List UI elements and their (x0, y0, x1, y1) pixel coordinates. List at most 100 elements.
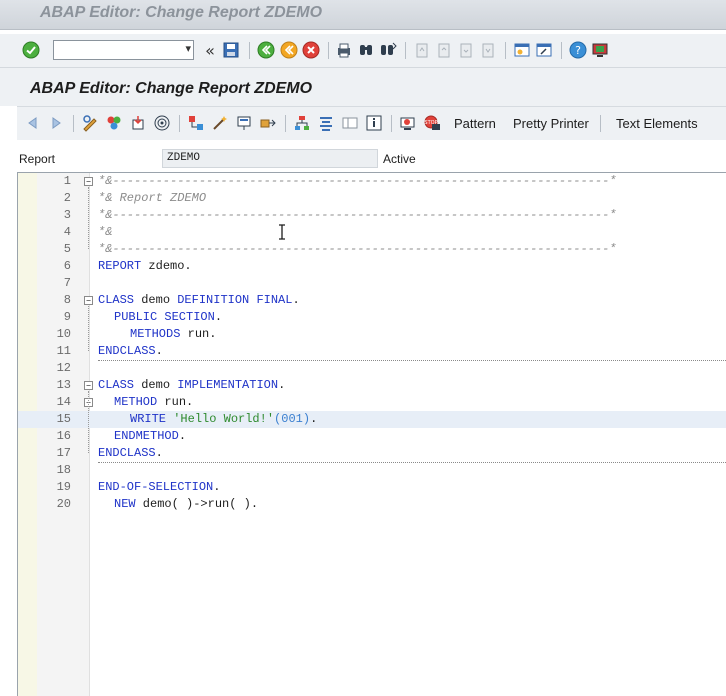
fold-rail (88, 391, 89, 453)
code-text: ENDCLASS. (98, 343, 163, 360)
breakpoint-icon[interactable] (399, 114, 417, 132)
code-text: METHOD run. (114, 394, 193, 411)
fold-toggle-icon[interactable]: − (84, 296, 93, 305)
display-change-icon[interactable] (81, 114, 99, 132)
find-icon[interactable] (357, 41, 375, 59)
display-object-icon[interactable] (235, 114, 253, 132)
pretty-printer-button[interactable]: Pretty Printer (513, 116, 589, 131)
help-icon[interactable]: ? (569, 41, 587, 59)
enter-icon[interactable] (22, 41, 40, 59)
layout-icon[interactable] (341, 114, 359, 132)
keyword-text: WRITE (130, 412, 167, 426)
code-text: *&--------------------------------------… (98, 207, 616, 224)
print-icon[interactable] (335, 41, 353, 59)
hierarchy-icon[interactable] (293, 114, 311, 132)
arrow-left-icon[interactable] (24, 114, 42, 132)
line-number: 3 (63, 208, 71, 222)
chevron-down-icon[interactable]: ▾ (185, 42, 191, 55)
navigate-icon[interactable] (259, 114, 277, 132)
line-number: 14 (56, 395, 71, 409)
code-line[interactable]: 12 (18, 360, 726, 377)
page-title: ABAP Editor: Change Report ZDEMO (30, 80, 313, 97)
code-line[interactable]: 3 *&-------------------------------------… (18, 207, 726, 224)
keyword-text: IMPLEMENTATION (177, 378, 279, 392)
exit-icon[interactable] (280, 41, 298, 59)
code-line[interactable]: 8 − CLASS demo DEFINITION FINAL. (18, 292, 726, 309)
customize-icon[interactable] (591, 41, 609, 59)
keyword-text: DEFINITION FINAL (177, 293, 293, 307)
line-number: 17 (56, 446, 71, 460)
line-number: 7 (63, 276, 71, 290)
code-line[interactable]: 17 ENDCLASS. (18, 445, 726, 462)
keyword-text: ENDMETHOD (114, 429, 179, 443)
next-page-icon[interactable] (457, 41, 475, 59)
svg-text:STOP: STOP (424, 120, 437, 126)
identifier-text: demo (134, 293, 178, 307)
line-number: 2 (63, 191, 71, 205)
where-used-icon[interactable] (153, 114, 171, 132)
comment-text: *&--------------------------------------… (98, 242, 617, 256)
code-line[interactable]: 19 END-OF-SELECTION. (18, 479, 726, 496)
object-list-icon[interactable] (187, 114, 205, 132)
code-line[interactable]: 2 *& Report ZDEMO (18, 190, 726, 207)
line-number: 4 (63, 225, 71, 239)
stop-icon[interactable]: STOP (423, 114, 441, 132)
string-literal: 'Hello World!' (173, 412, 275, 426)
activate-icon[interactable] (129, 114, 147, 132)
code-text: CLASS demo DEFINITION FINAL. (98, 292, 300, 309)
code-line[interactable]: 15 WRITE 'Hello World!'(001). (18, 411, 726, 428)
identifier-text: . (214, 310, 223, 324)
code-line[interactable]: 20 NEW demo( )->run( ). (18, 496, 726, 513)
fold-toggle-icon[interactable]: − (84, 381, 93, 390)
comment-text: *& (98, 225, 113, 239)
new-session-icon[interactable] (513, 41, 531, 59)
keyword-text: ENDCLASS (98, 446, 156, 460)
comment-text: *& Report ZDEMO (98, 191, 207, 205)
pattern-button[interactable]: Pattern (454, 116, 496, 131)
code-line[interactable]: 5 *&-------------------------------------… (18, 241, 726, 258)
code-text: ENDMETHOD. (114, 428, 186, 445)
code-line[interactable]: 4 *& (18, 224, 726, 241)
fold-toggle-icon[interactable]: − (84, 177, 93, 186)
code-line[interactable]: 10 METHODS run. (18, 326, 726, 343)
arrow-right-icon[interactable] (47, 114, 65, 132)
code-line[interactable]: 6 REPORT zdemo. (18, 258, 726, 275)
text-elements-button[interactable]: Text Elements (616, 116, 698, 131)
code-line[interactable]: 1 − *&------------------------------------… (18, 173, 726, 190)
line-number: 1 (63, 174, 71, 188)
find-next-icon[interactable] (379, 41, 397, 59)
code-line[interactable]: 18 (18, 462, 726, 479)
code-line[interactable]: 7 (18, 275, 726, 292)
line-number: 18 (56, 463, 71, 477)
code-line[interactable]: 14− METHOD run. (18, 394, 726, 411)
code-text: ENDCLASS. (98, 445, 163, 462)
last-page-icon[interactable] (479, 41, 497, 59)
keyword-text: METHODS (130, 327, 181, 341)
prev-page-icon[interactable] (435, 41, 453, 59)
line-number: 12 (56, 361, 71, 375)
magic-wand-icon[interactable] (211, 114, 229, 132)
code-line[interactable]: 16 ENDMETHOD. (18, 428, 726, 445)
code-line[interactable]: 11 ENDCLASS. (18, 343, 726, 360)
info-icon[interactable] (365, 114, 383, 132)
save-icon[interactable] (222, 41, 240, 59)
history-icon[interactable]: « (201, 41, 219, 60)
identifier-text: . (278, 378, 286, 392)
align-icon[interactable] (317, 114, 335, 132)
command-input[interactable] (56, 43, 180, 61)
shortcut-icon[interactable] (535, 41, 553, 59)
back-icon[interactable] (257, 41, 275, 59)
line-number: 15 (56, 412, 71, 426)
identifier-text: demo( )->run( ). (135, 497, 259, 511)
command-field[interactable]: ▾ (53, 40, 194, 61)
code-editor[interactable]: 1 − *&------------------------------------… (17, 172, 726, 696)
first-page-icon[interactable] (413, 41, 431, 59)
code-line[interactable]: 9 PUBLIC SECTION. (18, 309, 726, 326)
identifier-text: . (213, 480, 221, 494)
cancel-icon[interactable] (302, 41, 320, 59)
identifier-text: zdemo. (141, 259, 192, 273)
code-text: PUBLIC SECTION. (114, 309, 222, 326)
check-syntax-icon[interactable] (105, 114, 123, 132)
status-label: Active (383, 152, 416, 166)
code-line[interactable]: 13 − CLASS demo IMPLEMENTATION. (18, 377, 726, 394)
